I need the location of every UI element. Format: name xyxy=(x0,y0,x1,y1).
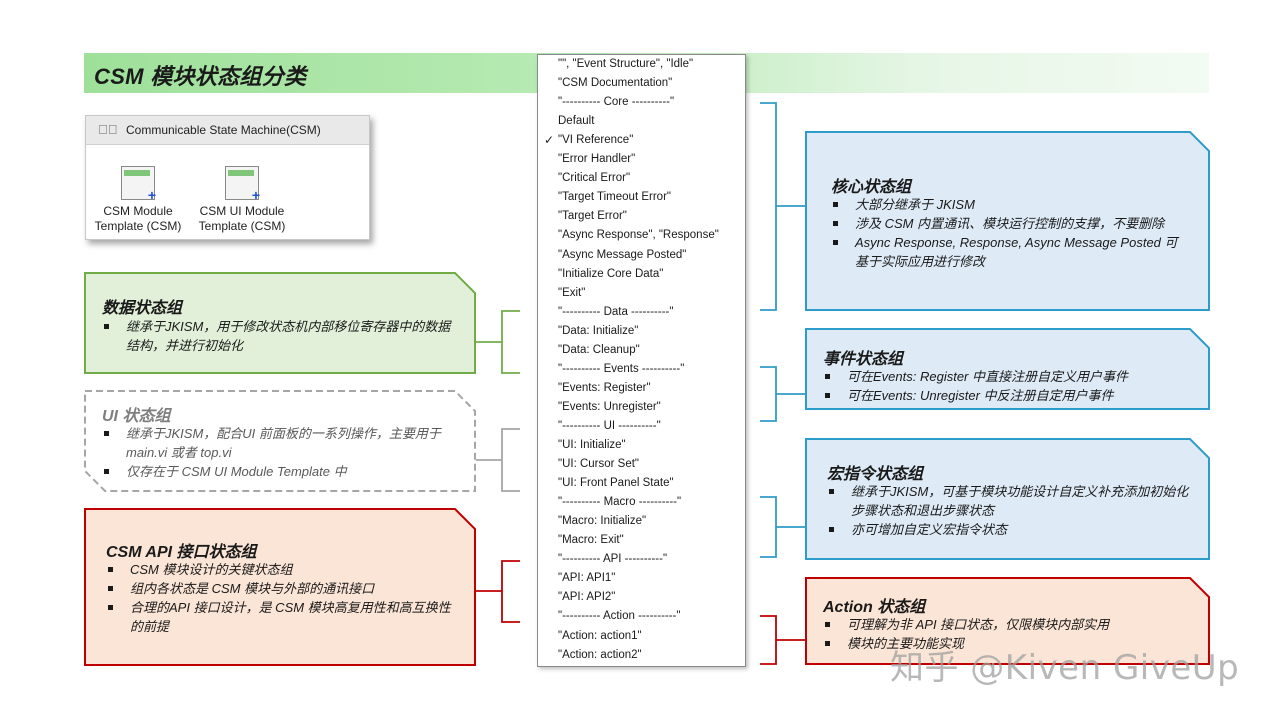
menu-item[interactable]: "---------- API ----------" xyxy=(558,553,667,565)
group-bullet: 仅存在于 CSM UI Module Template 中 xyxy=(98,462,458,481)
menu-item[interactable]: "UI: Cursor Set" xyxy=(558,458,639,470)
check-icon: ✓ xyxy=(544,133,555,148)
menu-item[interactable]: "Macro: Exit" xyxy=(558,534,624,546)
api-state-group-box: CSM API 接口状态组 CSM 模块设计的关键状态组 组内各状态是 CSM … xyxy=(84,508,476,666)
menu-item[interactable]: "---------- Data ----------" xyxy=(558,306,673,318)
group-title: 数据状态组 xyxy=(102,300,183,317)
menu-item[interactable]: "---------- Action ----------" xyxy=(558,610,680,622)
group-bullet: 亦可增加自定义宏指令状态 xyxy=(823,520,1193,539)
group-bullet: 可在Events: Unregister 中反注册自定用户事件 xyxy=(819,386,1199,405)
macro-state-group-box: 宏指令状态组 继承于JKISM，可基于模块功能设计自定义补充添加初始化步骤状态和… xyxy=(805,438,1210,560)
group-bullet: 大部分继承于 JKISM xyxy=(827,195,1187,214)
menu-item[interactable]: "Macro: Initialize" xyxy=(558,515,646,527)
group-bullet: CSM 模块设计的关键状态组 xyxy=(102,560,458,579)
menu-item[interactable]: "---------- Macro ----------" xyxy=(558,496,681,508)
group-title: CSM API 接口状态组 xyxy=(106,544,257,561)
menu-item[interactable]: "Events: Unregister" xyxy=(558,401,661,413)
menu-item[interactable]: "---------- Events ----------" xyxy=(558,363,684,375)
group-title: UI 状态组 xyxy=(102,408,171,425)
menu-item[interactable]: "Exit" xyxy=(558,287,585,299)
menu-item[interactable]: "Target Error" xyxy=(558,210,627,222)
group-bullet: 涉及 CSM 内置通讯、模块运行控制的支撑，不要删除 xyxy=(827,214,1187,233)
group-title: 事件状态组 xyxy=(823,351,904,368)
group-bullet: 继承于JKISM，可基于模块功能设计自定义补充添加初始化步骤状态和退出步骤状态 xyxy=(823,482,1193,520)
menu-item[interactable]: "Data: Initialize" xyxy=(558,325,638,337)
menu-item[interactable]: "Async Message Posted" xyxy=(558,249,686,261)
data-state-group-box: 数据状态组 继承于JKISM，用于修改状态机内部移位寄存器中的数据结构，并进行初… xyxy=(84,272,476,374)
menu-item[interactable]: "---------- UI ----------" xyxy=(558,420,661,432)
group-bullet: 合理的API 接口设计，是 CSM 模块高复用性和高互换性的前提 xyxy=(102,598,458,636)
menu-item[interactable]: "Action: action1" xyxy=(558,630,642,642)
menu-item[interactable]: "---------- Core ----------" xyxy=(558,96,674,108)
group-bullet: 可在Events: Register 中直接注册自定义用户事件 xyxy=(819,367,1199,386)
events-state-group-box: 事件状态组 可在Events: Register 中直接注册自定义用户事件 可在… xyxy=(805,328,1210,410)
group-bullet: 继承于JKISM，用于修改状态机内部移位寄存器中的数据结构，并进行初始化 xyxy=(98,317,458,355)
menu-item[interactable]: "Initialize Core Data" xyxy=(558,268,663,280)
menu-item[interactable]: "Error Handler" xyxy=(558,153,635,165)
core-state-group-box: 核心状态组 大部分继承于 JKISM 涉及 CSM 内置通讯、模块运行控制的支撑… xyxy=(805,131,1210,311)
menu-item[interactable]: Default xyxy=(558,115,594,127)
menu-item[interactable]: "VI Reference" xyxy=(558,134,633,146)
group-title: 核心状态组 xyxy=(831,179,912,196)
menu-item[interactable]: "Async Response", "Response" xyxy=(558,229,719,241)
menu-item[interactable]: "UI: Initialize" xyxy=(558,439,626,451)
menu-item[interactable]: "", "Event Structure", "Idle" xyxy=(558,58,693,70)
menu-item[interactable]: "CSM Documentation" xyxy=(558,77,672,89)
watermark: 知乎 @Kiven GiveUp xyxy=(890,648,1240,688)
menu-item[interactable]: "API: API1" xyxy=(558,572,615,584)
menu-item[interactable]: "Critical Error" xyxy=(558,172,630,184)
menu-item[interactable]: "Events: Register" xyxy=(558,382,651,394)
menu-item[interactable]: "Action: action2" xyxy=(558,649,642,661)
menu-item[interactable]: "API: API2" xyxy=(558,591,615,603)
group-bullet: Async Response, Response, Async Message … xyxy=(827,233,1187,271)
group-title: 宏指令状态组 xyxy=(827,466,924,483)
group-title: Action 状态组 xyxy=(823,599,926,616)
menu-item[interactable]: "Target Timeout Error" xyxy=(558,191,671,203)
group-bullet: 组内各状态是 CSM 模块与外部的通讯接口 xyxy=(102,579,458,598)
group-bullet: 可理解为非 API 接口状态，仅限模块内部实用 xyxy=(819,615,1199,634)
ui-state-group-box: UI 状态组 继承于JKISM，配合UI 前面板的一系列操作，主要用于main.… xyxy=(84,390,476,492)
menu-item[interactable]: "UI: Front Panel State" xyxy=(558,477,674,489)
state-menu[interactable]: "", "Event Structure", "Idle" "CSM Docume… xyxy=(537,54,746,667)
group-bullet: 继承于JKISM，配合UI 前面板的一系列操作，主要用于main.vi 或者 t… xyxy=(98,424,458,462)
menu-item[interactable]: "Data: Cleanup" xyxy=(558,344,640,356)
